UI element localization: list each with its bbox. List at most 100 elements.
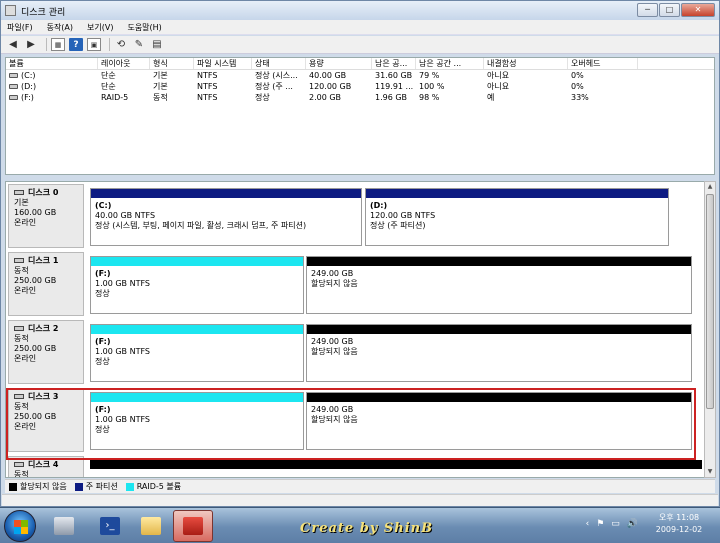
partition[interactable]: (F:) 1.00 GB NTFS 정상 (90, 324, 304, 382)
partition[interactable]: (F:) 1.00 GB NTFS 정상 (90, 256, 304, 314)
taskbar-powershell[interactable]: ›_ (90, 510, 130, 542)
disk-type: 동적 (14, 470, 29, 478)
partition-status: 정상 (95, 289, 110, 298)
partition-bar (307, 325, 691, 334)
action-center-flag-icon[interactable]: ⚑ (596, 519, 604, 529)
back-arrow-icon[interactable]: ◀ (6, 38, 20, 51)
disk-row[interactable]: 디스크 2 동적 250.00 GB 온라인 (F:) 1.00 GB NTFS 정상 249… (8, 320, 694, 384)
disk-panel-scrollbar[interactable]: ▲ ▼ (704, 181, 716, 478)
column-header[interactable]: 상태 (252, 58, 306, 69)
toolbar: ◀ ▶ ▦ ? ▣ ⟲ ✎ ▤ (1, 36, 719, 54)
show-hide-tree-icon[interactable]: ▦ (51, 38, 65, 51)
partition-size: 1.00 GB NTFS (95, 279, 150, 288)
volume-cell: (C:) (6, 70, 98, 81)
disk-status: 온라인 (14, 218, 37, 227)
menu-help[interactable]: 도움말(H) (127, 20, 161, 34)
taskbar-explorer[interactable] (131, 510, 171, 542)
partition[interactable]: 249.00 GB 할당되지 않음 (306, 256, 692, 314)
partition[interactable]: (D:) 120.00 GB NTFS 정상 (주 파티션) (365, 188, 669, 246)
volume-cell: NTFS (197, 71, 218, 80)
show-hidden-icons-icon[interactable]: ‹ (586, 519, 590, 529)
taskbar-computer-manager[interactable] (44, 510, 84, 542)
taskbar: ›_ Create by ShinB ‹ ⚑ ▭ 🔊 오후 11:08 2009… (0, 507, 720, 543)
minimize-button[interactable]: ─ (637, 3, 658, 17)
app-icon (5, 5, 16, 16)
help-icon[interactable]: ? (69, 38, 83, 51)
refresh-icon[interactable]: ⟲ (114, 38, 128, 51)
column-header[interactable]: 남은 공간 ... (416, 58, 484, 69)
volume-cell: 아니요 (487, 82, 510, 91)
disk-status: 온라인 (14, 286, 37, 295)
properties-icon[interactable]: ✎ (132, 38, 146, 51)
partition-bar (91, 325, 303, 334)
column-header[interactable]: 파일 시스템 (194, 58, 252, 69)
partition-name: (F:) (95, 269, 111, 278)
volume-icon[interactable]: 🔊 (627, 519, 638, 529)
volume-cell: 2.00 GB (309, 93, 342, 102)
menu-view[interactable]: 보기(V) (87, 20, 113, 34)
volume-cell: 아니요 (487, 71, 510, 80)
hard-disk-icon (14, 462, 24, 467)
volume-cell: 예 (487, 93, 495, 102)
partition-status: 할당되지 않음 (311, 279, 358, 288)
list-icon[interactable]: ▤ (150, 38, 164, 51)
volume-cell: 1.96 GB (375, 93, 408, 102)
legend-label: 할당되지 않음 (20, 482, 67, 491)
disk-label[interactable]: 디스크 0 기본 160.00 GB 온라인 (8, 184, 84, 248)
disk-name: 디스크 0 (14, 188, 83, 198)
volume-cell: 79 % (419, 71, 440, 80)
column-header[interactable]: 볼륨 (6, 58, 98, 69)
selected-disk-highlight (6, 388, 696, 460)
system-tray: ‹ ⚑ ▭ 🔊 (579, 519, 638, 529)
disk-row[interactable]: 디스크 0 기본 160.00 GB 온라인 (C:) 40.00 GB NTFS 정상 (… (8, 184, 694, 248)
maximize-button[interactable]: □ (659, 3, 680, 17)
scroll-up-icon[interactable]: ▲ (705, 182, 715, 192)
console-icon[interactable]: ▣ (87, 38, 101, 51)
network-icon[interactable]: ▭ (611, 519, 620, 529)
column-header[interactable]: 레이아웃 (98, 58, 150, 69)
column-header[interactable]: 남은 공... (372, 58, 416, 69)
partition-size: 249.00 GB (311, 337, 354, 346)
disk-label[interactable]: 디스크 2 동적 250.00 GB 온라인 (8, 320, 84, 384)
volume-cell: 98 % (419, 93, 440, 102)
column-header[interactable]: 용량 (306, 58, 372, 69)
disk-management-window: 디스크 관리 ─ □ ✕ 파일(F) 동작(A) 보기(V) 도움말(H) ◀ … (0, 0, 720, 507)
partition-status: 할당되지 않음 (311, 347, 358, 356)
clock[interactable]: 오후 11:08 2009-12-02 (642, 512, 716, 536)
volume-cell: 정상 (255, 93, 270, 102)
disk-row[interactable]: 디스크 1 동적 250.00 GB 온라인 (F:) 1.00 GB NTFS 정상 249… (8, 252, 694, 316)
partition-bar (366, 189, 668, 198)
column-header[interactable]: 형식 (150, 58, 194, 69)
drive-icon (9, 95, 18, 100)
partition[interactable] (90, 460, 702, 477)
volume-cell: 40.00 GB (309, 71, 347, 80)
column-header[interactable]: 내결함성 (484, 58, 568, 69)
partition-status: 정상 (주 파티션) (370, 221, 426, 230)
disk-status: 온라인 (14, 354, 37, 363)
menu-file[interactable]: 파일(F) (7, 20, 33, 34)
column-header[interactable]: 오버헤드 (568, 58, 638, 69)
legend-swatch-raid5 (125, 482, 134, 491)
volume-cell: RAID-5 (101, 93, 129, 102)
legend-swatch-primary (74, 482, 83, 491)
disk-label[interactable]: 디스크 1 동적 250.00 GB 온라인 (8, 252, 84, 316)
volume-cell: (D:) (6, 81, 98, 92)
start-button[interactable] (4, 510, 36, 542)
scroll-thumb[interactable] (706, 194, 714, 409)
toolbar-separator (46, 38, 47, 51)
taskbar-disk-management[interactable] (173, 510, 213, 542)
computer-icon (54, 517, 74, 535)
volume-row[interactable]: (C:) 단순 기본 NTFS 정상 (시스... 40.00 GB 31.60 GB 79 … (6, 70, 714, 81)
menu-action[interactable]: 동작(A) (47, 20, 73, 34)
volume-row[interactable]: (F:) RAID-5 동적 NTFS 정상 2.00 GB 1.96 GB 98 % 예 33% (6, 92, 714, 103)
volume-name: (C:) (21, 71, 36, 80)
status-bar (2, 494, 718, 506)
volume-row[interactable]: (D:) 단순 기본 NTFS 정상 (주 ... 120.00 GB 119.91 ...… (6, 81, 714, 92)
title-bar[interactable]: 디스크 관리 ─ □ ✕ (1, 1, 719, 20)
scroll-down-icon[interactable]: ▼ (705, 467, 715, 477)
disk-name-text: 디스크 1 (28, 256, 59, 265)
partition[interactable]: (C:) 40.00 GB NTFS 정상 (시스템, 부팅, 페이지 파일, 활성… (90, 188, 362, 246)
close-button[interactable]: ✕ (681, 3, 715, 17)
forward-arrow-icon[interactable]: ▶ (24, 38, 38, 51)
partition[interactable]: 249.00 GB 할당되지 않음 (306, 324, 692, 382)
